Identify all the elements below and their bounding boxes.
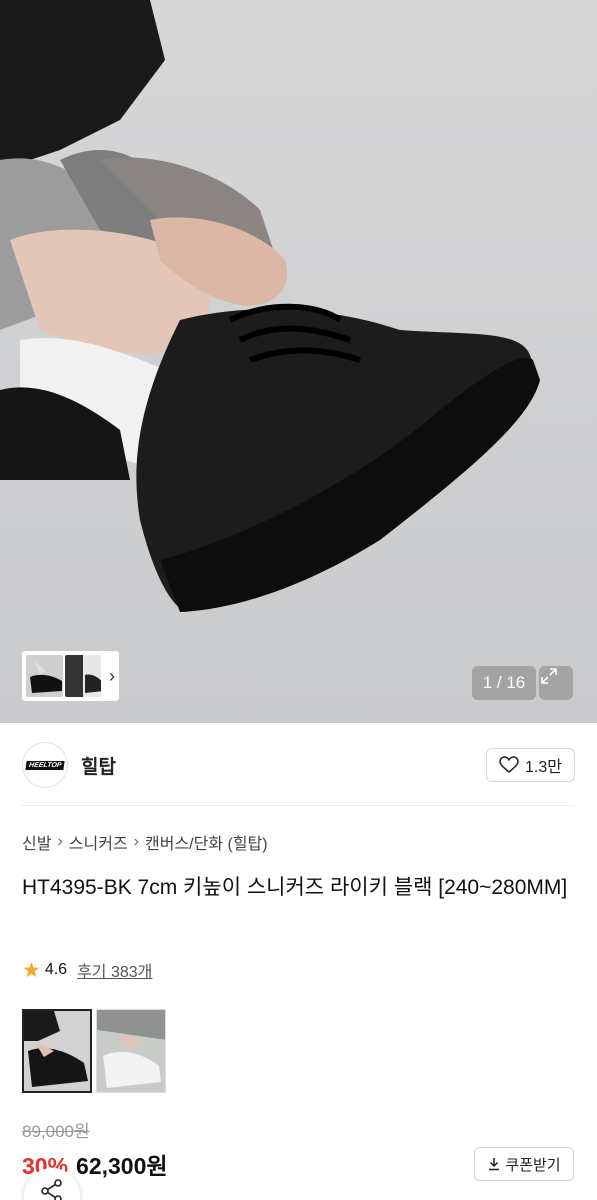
chevron-right-icon[interactable]: › — [109, 666, 115, 687]
brand-logo[interactable]: HEELTOP — [22, 742, 68, 788]
thumbnail-image[interactable] — [64, 655, 101, 697]
brand-row: HEELTOP 힐탑 1.3만 — [22, 740, 575, 790]
breadcrumb: 신발 › 스니커즈 › 캔버스/단화 (힐탑) — [22, 830, 268, 854]
breadcrumb-item[interactable]: 신발 — [22, 830, 51, 854]
expand-icon[interactable] — [539, 666, 573, 700]
original-price: 89,000원 — [22, 1122, 90, 1141]
product-photo — [0, 0, 597, 723]
divider — [22, 805, 575, 806]
coupon-label: 쿠폰받기 — [505, 1156, 561, 1174]
rating-value: 4.6 — [44, 961, 68, 978]
like-button[interactable]: 1.3만 — [486, 748, 575, 782]
brand-logo-text: HEELTOP — [25, 760, 65, 770]
heart-icon — [499, 756, 519, 773]
breadcrumb-item[interactable]: 캔버스/단화 (힐탑) — [145, 830, 268, 854]
sale-price: 62,300원 — [76, 1153, 168, 1179]
rating: ★ 4.6 후기 383개 — [22, 958, 152, 982]
product-title: HT4395-BK 7cm 키높이 스니커즈 라이키 블랙 [240~280MM… — [22, 876, 568, 899]
star-icon: ★ — [22, 958, 41, 982]
review-link[interactable]: 후기 383개 — [77, 958, 152, 982]
coupon-button[interactable]: 쿠폰받기 — [474, 1147, 574, 1181]
product-image-gallery[interactable]: › 1 / 16 — [0, 0, 597, 723]
thumbnail-image[interactable] — [26, 655, 63, 697]
like-count: 1.3만 — [525, 759, 562, 776]
chevron-right-icon: › — [57, 833, 63, 850]
breadcrumb-item[interactable]: 스니커즈 — [69, 830, 128, 854]
color-option-black[interactable] — [22, 1009, 92, 1093]
image-counter: 1 / 16 — [472, 666, 536, 700]
chevron-right-icon: › — [133, 833, 139, 850]
thumbnail-strip[interactable]: › — [22, 651, 119, 701]
brand-name[interactable]: 힐탑 — [81, 752, 116, 779]
download-icon — [489, 1158, 500, 1171]
color-options — [22, 1009, 166, 1093]
share-icon — [41, 1179, 62, 1200]
color-option-white[interactable] — [96, 1009, 166, 1093]
